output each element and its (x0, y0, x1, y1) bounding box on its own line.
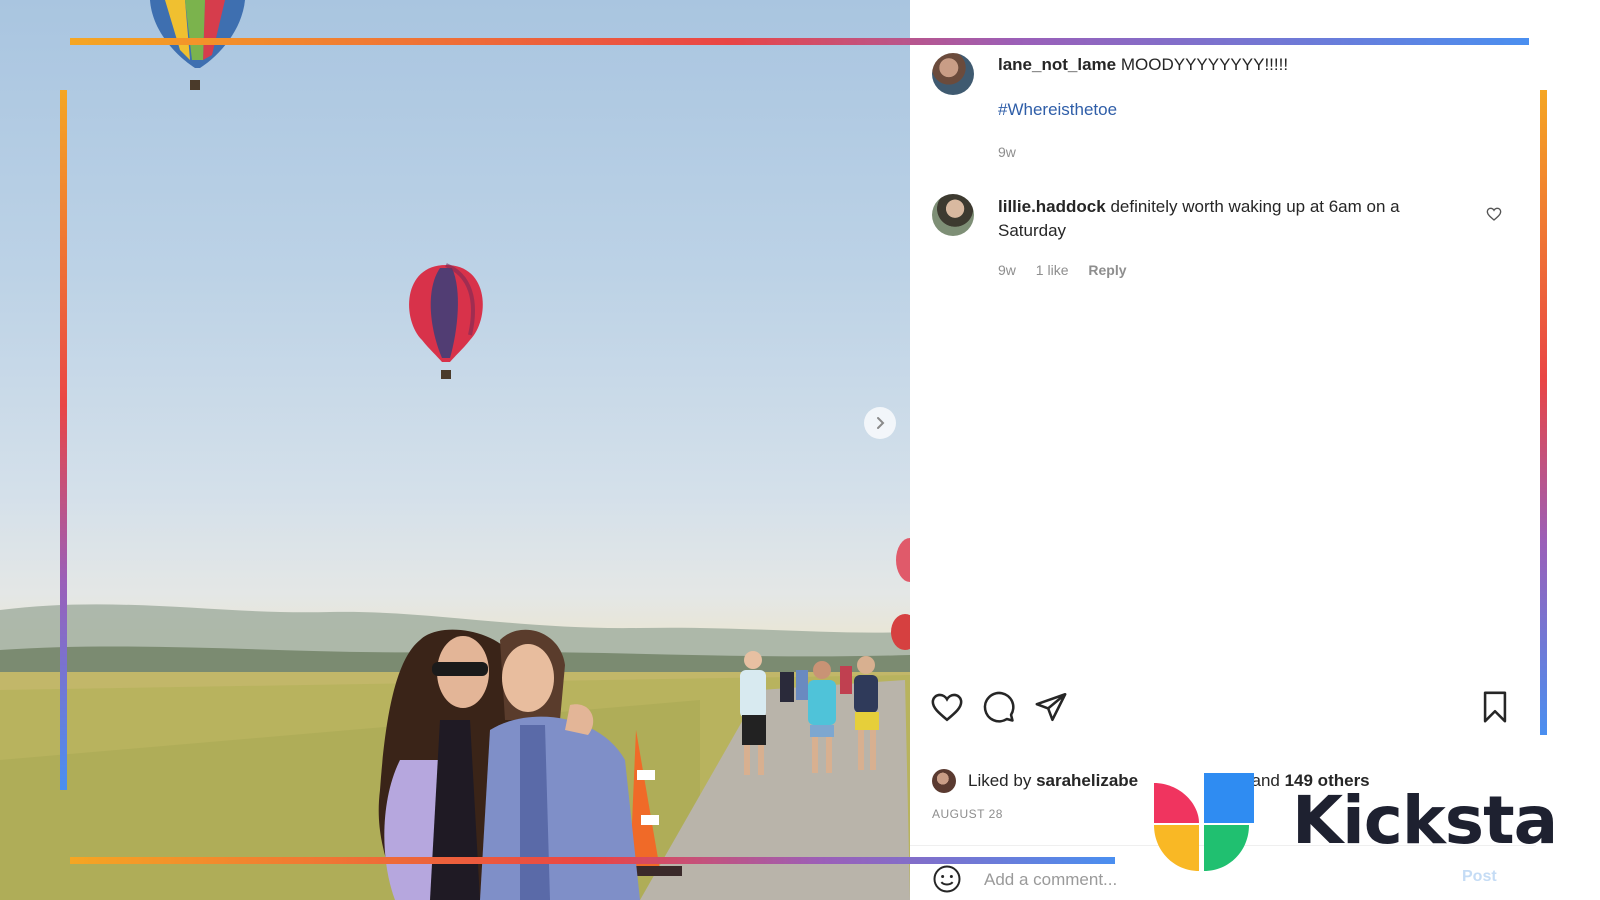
chevron-right-icon (877, 417, 885, 429)
post-actions (910, 690, 1536, 730)
comment-bubble-icon[interactable] (982, 690, 1016, 724)
gradient-frame-bottom (70, 857, 1115, 864)
comment-body: lane_not_lame MOODYYYYYYYY!!!!! (998, 53, 1458, 77)
post-comment-button[interactable]: Post (1462, 868, 1497, 886)
comment-like-heart-icon[interactable] (1486, 206, 1502, 222)
gradient-frame-top (70, 38, 1529, 45)
comments-panel: lane_not_lame MOODYYYYYYYY!!!!! #Whereis… (910, 0, 1536, 900)
bookmark-icon[interactable] (1478, 690, 1512, 724)
likes-user-link[interactable]: sarahelizabe (1036, 771, 1138, 791)
comment-username[interactable]: lillie.haddock (998, 197, 1106, 216)
heart-icon[interactable] (930, 690, 964, 724)
gradient-frame-left (60, 90, 67, 790)
comment-like-count[interactable]: 1 like (1036, 262, 1069, 278)
kicksta-logo-text: Kicksta (1292, 782, 1558, 859)
kicksta-logo-icon (1154, 773, 1254, 871)
reply-button[interactable]: Reply (1088, 262, 1126, 278)
comment-text: MOODYYYYYYYY!!!!! (1120, 55, 1289, 74)
hot-air-balloon (409, 263, 483, 379)
comment-username[interactable]: lane_not_lame (998, 55, 1116, 74)
next-image-button[interactable] (864, 407, 896, 439)
comment-meta: 9w (998, 144, 1032, 160)
avatar[interactable] (932, 769, 956, 793)
comment-meta: 9w 1 like Reply (998, 262, 1143, 278)
avatar[interactable] (932, 194, 974, 236)
hot-air-balloon (150, 0, 245, 90)
likes-middle: and (1251, 771, 1280, 790)
smiley-icon[interactable] (932, 864, 962, 894)
hashtag-link[interactable]: #Whereisthetoe (998, 100, 1117, 120)
comment-time: 9w (998, 262, 1016, 278)
comment-time: 9w (998, 144, 1016, 160)
post-date: AUGUST 28 (932, 807, 1003, 821)
balloon-festival-photo (0, 0, 910, 900)
gradient-frame-right (1540, 90, 1547, 735)
avatar[interactable] (932, 53, 974, 95)
comment-body: lillie.haddock definitely worth waking u… (998, 195, 1458, 243)
likes-prefix: Liked by (968, 771, 1032, 790)
post-photo (0, 0, 910, 900)
paper-plane-icon[interactable] (1034, 690, 1068, 724)
